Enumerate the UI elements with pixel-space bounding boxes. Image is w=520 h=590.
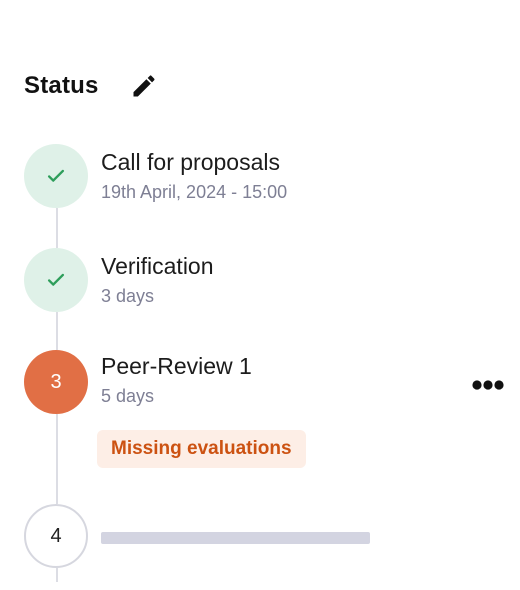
step-status-circle bbox=[24, 144, 88, 208]
step-title: Call for proposals bbox=[101, 149, 280, 175]
pencil-icon bbox=[133, 75, 155, 97]
step-date: 19th April, 2024 - 15:00 bbox=[101, 182, 288, 202]
step-title: Peer-Review 1 bbox=[101, 353, 252, 379]
timeline-connector bbox=[56, 208, 58, 248]
step-status-circle bbox=[24, 248, 88, 312]
step-number: 3 bbox=[50, 370, 62, 393]
edit-status-button[interactable] bbox=[129, 71, 159, 101]
timeline-connector bbox=[56, 414, 58, 504]
loading-placeholder-bar bbox=[101, 532, 370, 544]
check-icon bbox=[47, 273, 65, 286]
page-title: Status bbox=[24, 72, 99, 99]
missing-evaluations-badge: Missing evaluations bbox=[97, 430, 306, 468]
badge-label: Missing evaluations bbox=[111, 438, 292, 459]
step-number-circle: 3 bbox=[24, 350, 88, 414]
timeline-connector bbox=[56, 312, 58, 350]
step-duration: 3 days bbox=[101, 286, 155, 306]
step-number: 4 bbox=[50, 524, 62, 547]
timeline-connector bbox=[56, 568, 58, 582]
step-duration: 5 days bbox=[101, 386, 155, 406]
step-more-options-button[interactable] bbox=[470, 372, 506, 398]
step-title: Verification bbox=[101, 253, 214, 279]
status-header: Status bbox=[24, 64, 159, 108]
step-number-circle: 4 bbox=[24, 504, 88, 568]
more-horizontal-icon bbox=[472, 380, 504, 390]
check-icon bbox=[47, 169, 65, 182]
